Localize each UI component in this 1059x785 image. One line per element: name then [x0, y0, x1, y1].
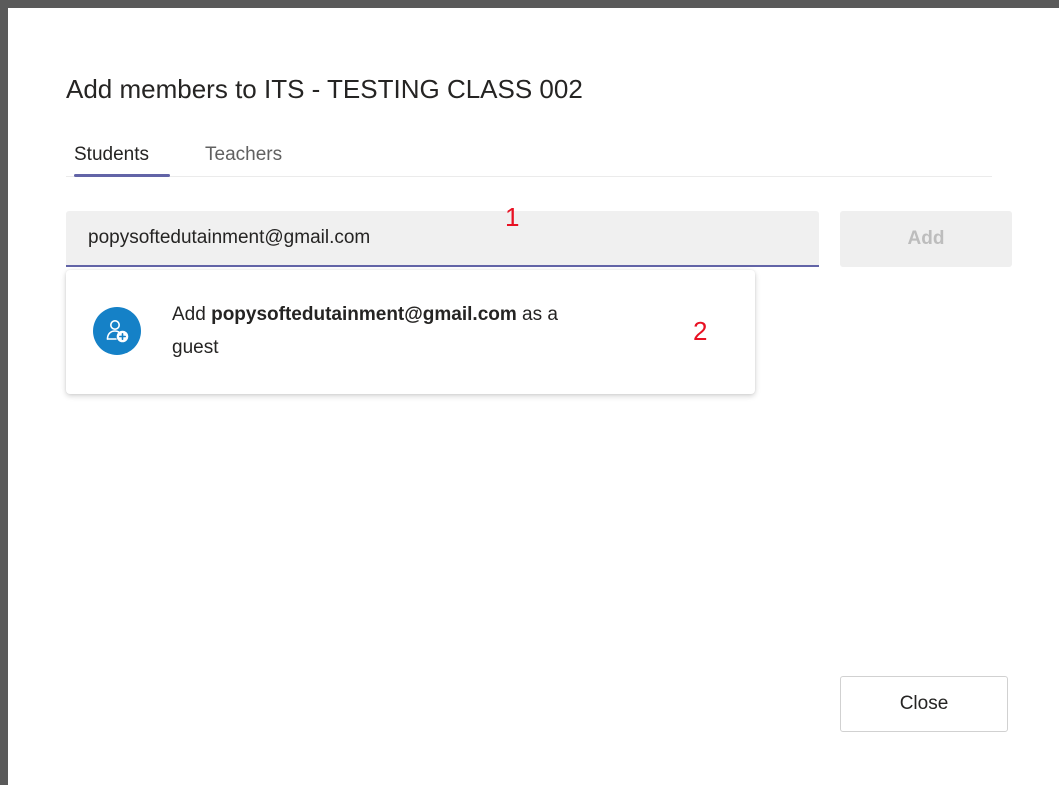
- member-search-input[interactable]: [66, 211, 819, 265]
- close-button[interactable]: Close: [840, 676, 1008, 732]
- dialog-title: Add members to ITS - TESTING CLASS 002: [66, 74, 583, 104]
- active-tab-indicator: [74, 174, 170, 177]
- add-guest-suggestion[interactable]: Add popysoftedutainment@gmail.com as a g…: [66, 270, 755, 394]
- window-frame-top: [0, 0, 1059, 8]
- annotation-marker-2: 2: [693, 316, 708, 346]
- add-button[interactable]: Add: [840, 211, 1012, 267]
- add-members-dialog: Add members to ITS - TESTING CLASS 002 S…: [8, 8, 1059, 785]
- member-search-box: [66, 211, 819, 267]
- suggestion-email: popysoftedutainment@gmail.com: [211, 304, 517, 325]
- suggestion-prefix: Add: [172, 304, 212, 325]
- tab-teachers[interactable]: Teachers: [205, 144, 282, 166]
- suggestion-text: Add popysoftedutainment@gmail.com as a g…: [172, 298, 692, 364]
- annotation-marker-1: 1: [505, 202, 520, 232]
- window-frame-left: [0, 0, 8, 785]
- tab-students[interactable]: Students: [74, 144, 149, 166]
- suggestion-guest-label: guest: [172, 337, 219, 358]
- suggestion-suffix: as a: [516, 304, 558, 325]
- tab-bar: Students Teachers: [66, 136, 992, 177]
- add-guest-icon: [93, 307, 141, 355]
